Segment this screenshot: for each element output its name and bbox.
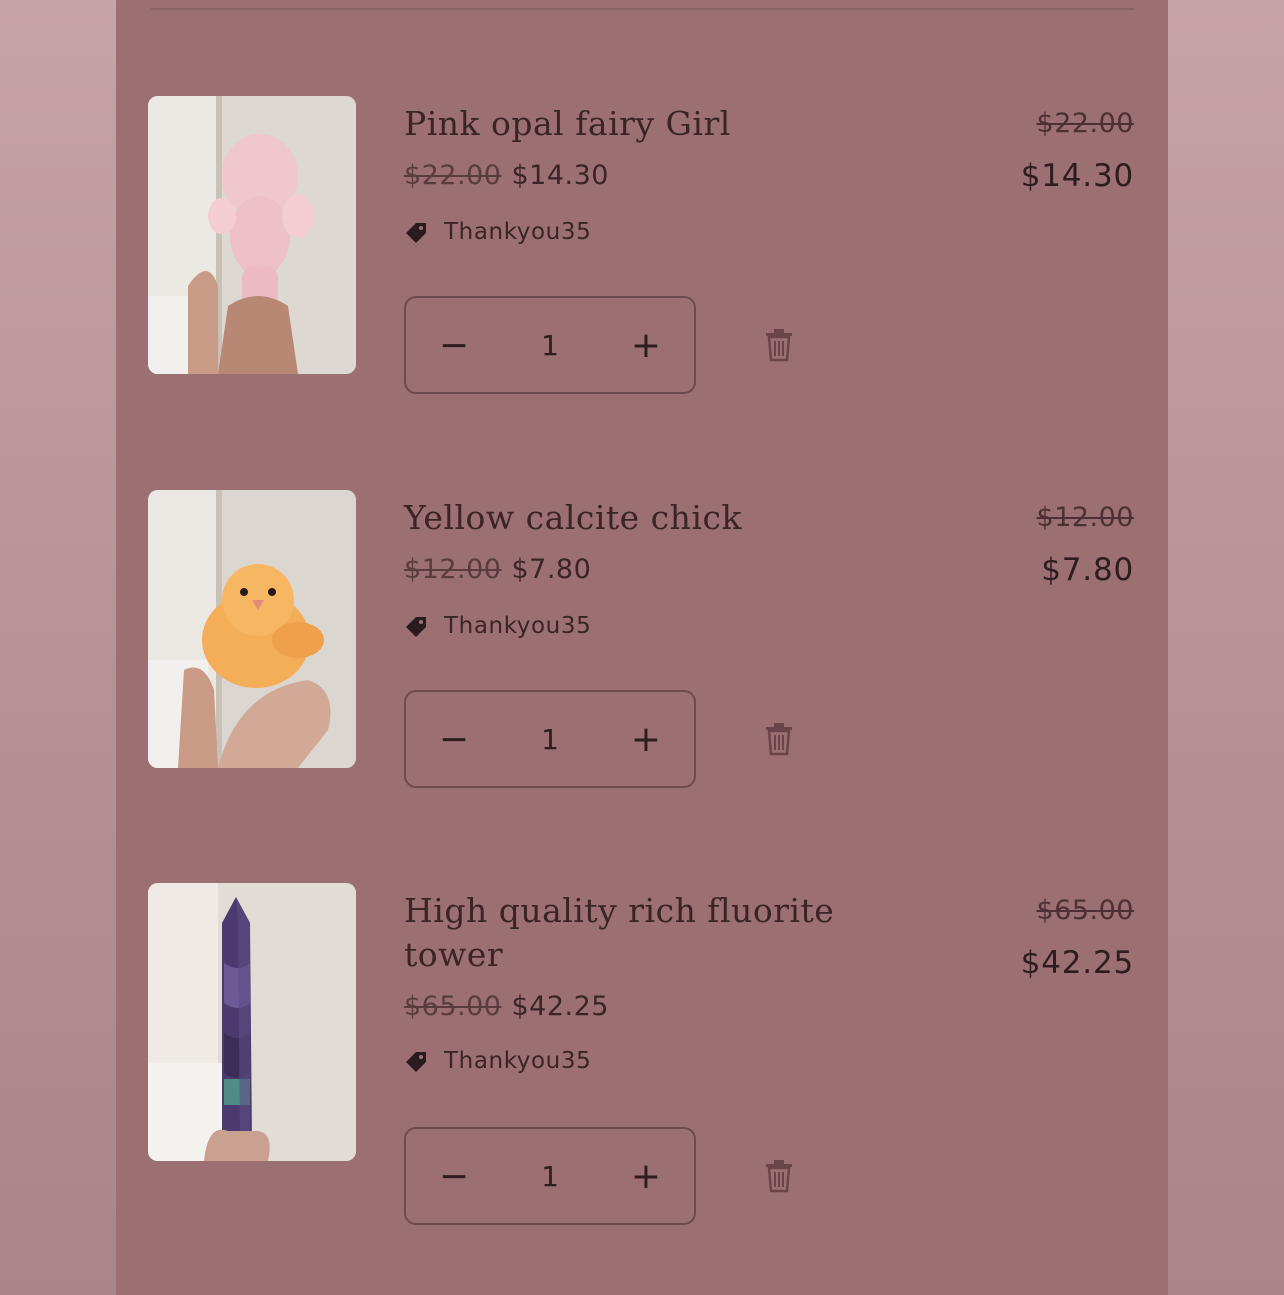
chick-figurine-image: [148, 490, 356, 768]
tag-icon: [406, 1052, 426, 1072]
cart-line-item: High quality rich fluorite tower $65.00 $…: [116, 883, 1168, 1225]
discount-badge: Thankyou35: [402, 218, 591, 246]
product-image[interactable]: [148, 883, 356, 1161]
quantity-stepper: − 1 +: [404, 296, 696, 394]
tag-icon: [406, 223, 426, 243]
trash-icon[interactable]: [764, 1159, 794, 1193]
decrease-quantity-button[interactable]: −: [406, 691, 502, 787]
decrease-quantity-button[interactable]: −: [406, 1128, 502, 1224]
quantity-value[interactable]: 1: [541, 723, 559, 756]
trash-icon[interactable]: [764, 328, 794, 362]
increase-quantity-button[interactable]: +: [598, 1128, 694, 1224]
unit-price: $12.00 $7.80: [404, 554, 591, 585]
cart-line-item: Pink opal fairy Girl $22.00 $14.30 Thanky…: [116, 96, 1168, 396]
sale-price: $42.25: [511, 991, 609, 1022]
divider: [150, 8, 1134, 10]
decrease-quantity-button[interactable]: −: [406, 297, 502, 393]
increase-quantity-button[interactable]: +: [598, 297, 694, 393]
quantity-stepper: − 1 +: [404, 1127, 696, 1225]
line-total-price: $7.80: [1041, 552, 1134, 588]
compare-at-price: $65.00: [404, 991, 502, 1022]
unit-price: $65.00 $42.25: [404, 991, 609, 1022]
discount-code: Thankyou35: [444, 1048, 592, 1074]
line-compare-price: $65.00: [1036, 895, 1134, 926]
product-title[interactable]: Yellow calcite chick: [404, 496, 864, 540]
cart-panel: Pink opal fairy Girl $22.00 $14.30 Thanky…: [116, 0, 1168, 1295]
discount-badge: Thankyou35: [402, 1047, 591, 1075]
fairy-figurine-image: [148, 96, 356, 374]
line-total-price: $14.30: [1020, 158, 1134, 194]
quantity-value[interactable]: 1: [541, 329, 559, 362]
compare-at-price: $12.00: [404, 554, 502, 585]
discount-code: Thankyou35: [444, 613, 592, 639]
increase-quantity-button[interactable]: +: [598, 691, 694, 787]
product-title[interactable]: Pink opal fairy Girl: [404, 102, 864, 146]
cart-line-item: Yellow calcite chick $12.00 $7.80 Thankyo…: [116, 490, 1168, 790]
discount-code: Thankyou35: [444, 219, 592, 245]
discount-badge: Thankyou35: [402, 612, 591, 640]
line-total-price: $42.25: [1020, 945, 1134, 981]
product-image[interactable]: [148, 490, 356, 768]
sale-price: $7.80: [511, 554, 592, 585]
unit-price: $22.00 $14.30: [404, 160, 609, 191]
fluorite-tower-image: [148, 883, 356, 1161]
sale-price: $14.30: [511, 160, 609, 191]
compare-at-price: $22.00: [404, 160, 502, 191]
line-compare-price: $12.00: [1036, 502, 1134, 533]
product-title[interactable]: High quality rich fluorite tower: [404, 889, 864, 977]
tag-icon: [406, 617, 426, 637]
trash-icon[interactable]: [764, 722, 794, 756]
product-image[interactable]: [148, 96, 356, 374]
line-compare-price: $22.00: [1036, 108, 1134, 139]
quantity-stepper: − 1 +: [404, 690, 696, 788]
quantity-value[interactable]: 1: [541, 1160, 559, 1193]
